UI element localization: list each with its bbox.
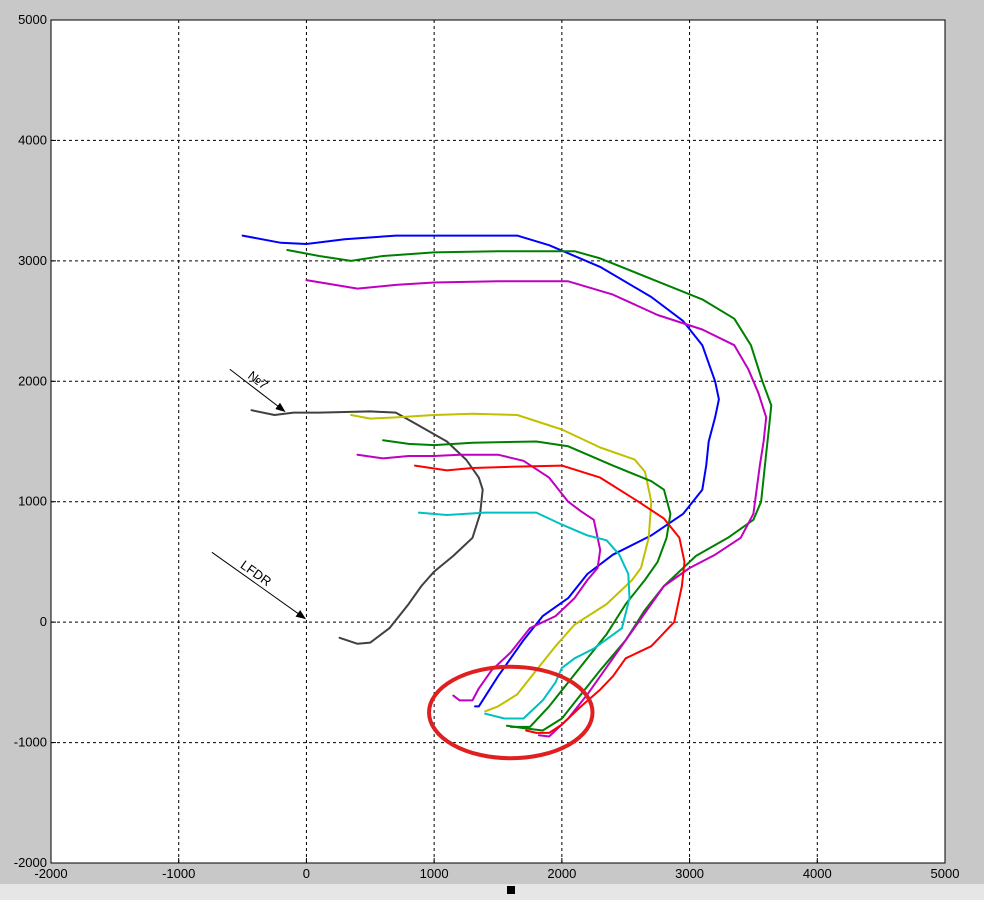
chart: №7 LFDR -2000 -1000 0 1000 2000 3000 4000 5000 -20… xyxy=(0,0,984,900)
y-tick-label-0: -2000 xyxy=(14,855,47,870)
x-tick-label-6: 4000 xyxy=(803,866,832,881)
x-tick-label-3: 1000 xyxy=(420,866,449,881)
y-tick-label-3: 1000 xyxy=(18,494,47,509)
y-tick-label-1: -1000 xyxy=(14,735,47,750)
x-tick-label-1: -1000 xyxy=(162,866,195,881)
y-tick-label-2: 0 xyxy=(40,614,47,629)
plot-area: №7LFDR-2000 -1000 0 1000 2000 3000 4000 5000-20… xyxy=(14,12,960,881)
y-tick-label-4: 2000 xyxy=(18,373,47,388)
x-tick-label-2: 0 xyxy=(303,866,310,881)
y-tick-label-7: 5000 xyxy=(18,12,47,27)
x-tick-label-4: 2000 xyxy=(547,866,576,881)
y-tick-label-5: 3000 xyxy=(18,253,47,268)
status-marker xyxy=(507,886,515,894)
x-tick-label-7: 5000 xyxy=(931,866,960,881)
x-tick-label-5: 3000 xyxy=(675,866,704,881)
y-tick-label-6: 4000 xyxy=(18,132,47,147)
status-strip xyxy=(0,884,984,900)
